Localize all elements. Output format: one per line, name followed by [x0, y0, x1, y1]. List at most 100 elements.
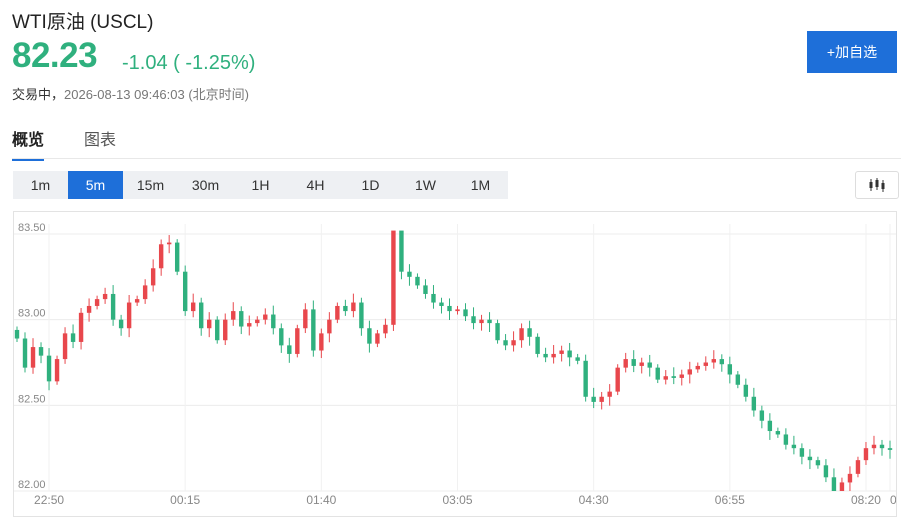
candle-body: [703, 362, 708, 366]
interval-1mo[interactable]: 1M: [453, 171, 508, 199]
candle-body: [375, 333, 380, 344]
candle-body: [559, 350, 564, 354]
candle-body: [439, 302, 444, 306]
chart-type-button[interactable]: [855, 171, 899, 199]
candle-body: [327, 319, 332, 334]
candle-body: [655, 367, 660, 380]
candle-body: [295, 328, 300, 354]
x-tick-label: 08:20: [851, 493, 881, 507]
candle-body: [791, 444, 797, 449]
candle-body: [615, 367, 620, 392]
candle-body: [118, 319, 124, 329]
candle-body: [279, 328, 284, 346]
candle-body: [134, 299, 140, 303]
candle-body: [46, 355, 52, 382]
candle-body: [415, 276, 420, 286]
interval-5m[interactable]: 5m: [68, 171, 123, 199]
candle-body: [479, 319, 484, 324]
candle-body: [503, 340, 508, 346]
interval-1w[interactable]: 1W: [398, 171, 453, 199]
candle-body: [447, 305, 452, 312]
x-tick-label: 00:15: [170, 493, 200, 507]
candle-body: [879, 444, 885, 449]
candle-body: [287, 345, 292, 354]
candle-body: [543, 353, 548, 358]
candle-body: [719, 359, 725, 365]
candle-body: [767, 420, 773, 432]
candle-body: [863, 448, 869, 461]
y-tick-label: 83.50: [18, 222, 46, 234]
x-tick-label: 09:4: [890, 493, 896, 507]
candle-body: [190, 302, 196, 312]
candle-body: [423, 285, 428, 294]
candle-body: [38, 347, 44, 356]
candle-body: [631, 359, 636, 366]
candle-body: [735, 374, 741, 385]
candle-body: [22, 338, 28, 368]
interval-4h[interactable]: 4H: [288, 171, 343, 199]
candle-body: [463, 309, 468, 317]
candle-body: [86, 305, 92, 313]
tab-chart[interactable]: 图表: [84, 126, 116, 161]
candle-body: [199, 302, 204, 329]
candle-body: [62, 333, 68, 360]
candle-body: [575, 357, 580, 361]
candle-body: [126, 302, 132, 329]
candle-body: [158, 244, 164, 269]
status-label: 交易中，: [12, 87, 65, 102]
interval-1m[interactable]: 1m: [13, 171, 68, 199]
candle-body: [263, 314, 268, 320]
candle-body: [14, 329, 20, 339]
interval-15m[interactable]: 15m: [123, 171, 178, 199]
candle-body: [231, 311, 236, 320]
candle-body: [431, 293, 436, 303]
current-price: 82.23: [12, 36, 98, 75]
candle-body: [727, 364, 733, 375]
candle-body: [599, 396, 604, 402]
candle-body: [110, 293, 116, 320]
candle-body: [247, 323, 252, 327]
candle-body: [351, 302, 356, 312]
candle-body: [743, 384, 749, 397]
add-watchlist-button[interactable]: +加自选: [807, 31, 897, 73]
price-chart[interactable]: 83.50 83.00 82.50 82.00 22:50 00:15 01:40 03:05…: [13, 211, 913, 517]
candle-body: [471, 316, 476, 324]
candle-body: [607, 391, 612, 397]
candle-body: [54, 359, 60, 382]
tab-overview[interactable]: 概览: [12, 126, 45, 161]
candle-body: [815, 460, 821, 466]
candle-body: [182, 271, 188, 312]
interval-1h[interactable]: 1H: [233, 171, 288, 199]
candle-body: [399, 230, 404, 272]
candle-body: [455, 309, 460, 312]
y-tick-label: 82.00: [18, 479, 46, 491]
candle-body: [207, 319, 212, 329]
interval-selector: 1m 5m 15m 30m 1H 4H 1D 1W 1M: [13, 171, 508, 199]
candle-body: [70, 333, 76, 342]
candle-body: [847, 473, 853, 483]
candle-body: [831, 477, 837, 491]
candle-body: [687, 369, 692, 375]
candle-body: [751, 396, 757, 411]
x-tick-label: 06:55: [715, 493, 745, 507]
candle-body: [519, 328, 524, 341]
interval-1d[interactable]: 1D: [343, 171, 398, 199]
candle-body: [647, 362, 652, 368]
candle-body: [142, 285, 148, 300]
candle-body: [783, 434, 789, 445]
x-tick-label: 04:30: [579, 493, 609, 507]
candle-body: [174, 242, 180, 272]
candle-body: [591, 396, 596, 402]
candlestick-icon: [869, 178, 885, 192]
candle-body: [799, 448, 805, 457]
candle-body: [311, 309, 316, 351]
price-change: -1.04 ( -1.25%): [122, 52, 256, 74]
candle-body: [319, 333, 324, 351]
candle-body: [855, 460, 861, 474]
candle-body: [663, 376, 668, 380]
candle-body: [383, 324, 388, 334]
interval-30m[interactable]: 30m: [178, 171, 233, 199]
candle-body: [807, 456, 813, 461]
candle-body: [535, 336, 540, 354]
candle-body: [391, 230, 396, 325]
